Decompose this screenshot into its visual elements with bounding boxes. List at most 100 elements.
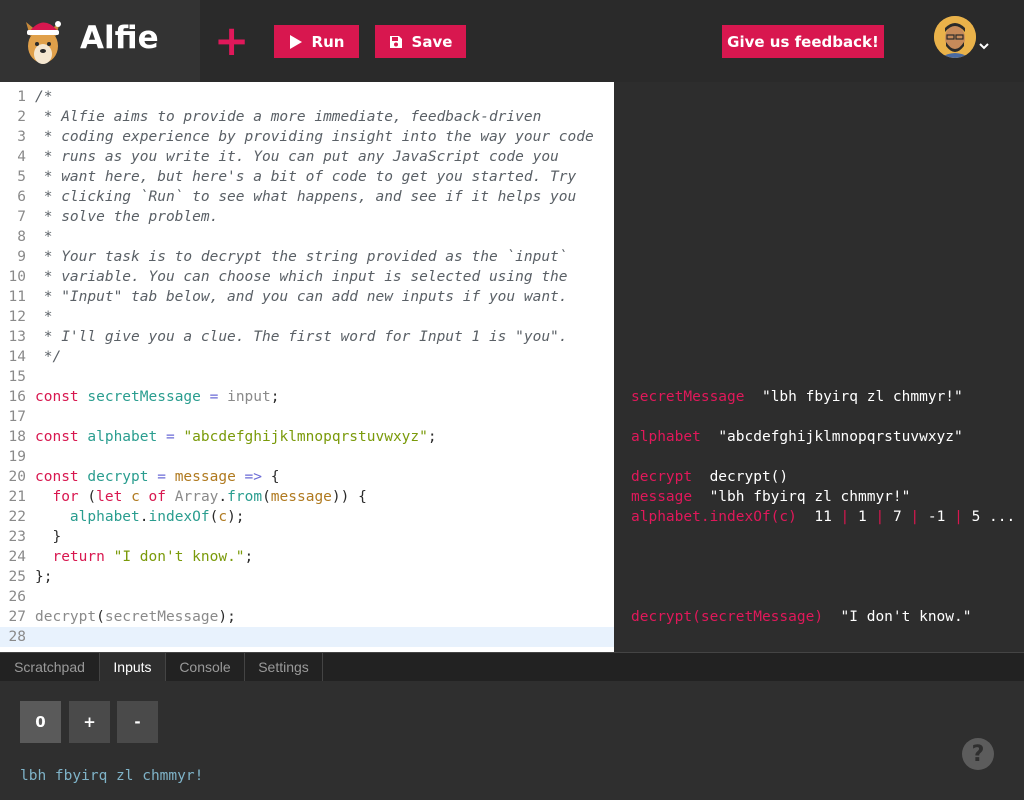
add-input-button[interactable]: + — [69, 701, 110, 743]
tab-settings[interactable]: Settings — [245, 653, 323, 682]
code-line[interactable]: 1 /* — [0, 87, 614, 107]
feedback-button[interactable]: Give us feedback! — [722, 25, 884, 58]
insight-row: secretMessage "lbh fbyirq zl chmmyr!" — [631, 387, 963, 407]
bottom-tab-bar: Scratchpad Inputs Console Settings — [0, 652, 1024, 682]
line-number: 20 — [8, 469, 26, 485]
code-text: * Your task is to decrypt the string pro… — [35, 249, 568, 265]
code-line[interactable]: 10 * variable. You can choose which inpu… — [0, 267, 614, 287]
insight-value: "I don't know." — [840, 609, 972, 625]
insight-value: "abcdefghijklmnopqrstuvwxyz" — [718, 429, 963, 445]
code-line[interactable]: 19 — [0, 447, 614, 467]
insight-key: alphabet.indexOf(c) — [631, 509, 797, 525]
tab-scratchpad[interactable]: Scratchpad — [0, 653, 100, 682]
save-button[interactable]: Save — [375, 25, 466, 58]
feedback-button-label: Give us feedback! — [727, 32, 879, 51]
insight-value: decrypt() — [709, 469, 789, 485]
code-text: * solve the problem. — [35, 209, 219, 225]
code-line[interactable]: 17 — [0, 407, 614, 427]
chevron-down-icon[interactable] — [978, 40, 990, 52]
line-number: 1 — [17, 89, 26, 105]
insight-value: 7 — [892, 509, 902, 525]
line-number: 23 — [8, 529, 26, 545]
run-button-label: Run — [311, 32, 345, 51]
brand[interactable]: Alfie — [0, 0, 200, 82]
code-line[interactable]: 7 * solve the problem. — [0, 207, 614, 227]
insight-more[interactable]: ... — [980, 509, 1015, 525]
code-line[interactable]: 22 alphabet.indexOf(c); — [0, 507, 614, 527]
line-number: 12 — [8, 309, 26, 325]
line-number: 18 — [8, 429, 26, 445]
code-line[interactable]: 8 * — [0, 227, 614, 247]
help-icon[interactable]: ? — [962, 738, 994, 770]
code-text: * clicking `Run` to see what happens, an… — [35, 189, 577, 205]
line-number: 25 — [8, 569, 26, 585]
code-line[interactable]: 18 const alphabet = "abcdefghijklmnopqrst… — [0, 427, 614, 447]
code-line[interactable]: 15 — [0, 367, 614, 387]
code-line[interactable]: 11 * "Input" tab below, and you can add … — [0, 287, 614, 307]
code-text: const decrypt = message => { — [35, 469, 280, 485]
insight-row: alphabet.indexOf(c) 11 | 1 | 7 | -1 | 5 … — [631, 507, 1015, 527]
code-line[interactable]: 26 — [0, 587, 614, 607]
code-line[interactable]: 2 * Alfie aims to provide a more immedia… — [0, 107, 614, 127]
user-photo-icon — [934, 16, 976, 58]
line-number: 2 — [17, 109, 26, 125]
code-line[interactable]: 21 for (let c of Array.from(message)) { — [0, 487, 614, 507]
code-text: const secretMessage = input; — [35, 389, 280, 405]
value-separator: | — [866, 509, 893, 525]
code-line[interactable]: 23 } — [0, 527, 614, 547]
code-text: * runs as you write it. You can put any … — [35, 149, 559, 165]
code-line[interactable]: 13 * I'll give you a clue. The first wor… — [0, 327, 614, 347]
code-line[interactable]: 14 */ — [0, 347, 614, 367]
code-text: * — [35, 229, 53, 245]
insight-row: decrypt(secretMessage) "I don't know." — [631, 607, 971, 627]
tab-console[interactable]: Console — [166, 653, 245, 682]
save-button-label: Save — [411, 32, 453, 51]
play-icon — [289, 34, 302, 49]
code-text: for (let c of Array.from(message)) { — [52, 489, 367, 505]
line-number: 6 — [17, 189, 26, 205]
app-name: Alfie — [80, 20, 159, 56]
tab-inputs[interactable]: Inputs — [100, 653, 166, 682]
code-line[interactable]: 3 * coding experience by providing insig… — [0, 127, 614, 147]
code-text: }; — [35, 569, 53, 585]
code-text: } — [35, 529, 62, 545]
code-line[interactable]: 6 * clicking `Run` to see what happens, … — [0, 187, 614, 207]
dog-logo-icon — [26, 21, 61, 64]
plus-icon[interactable]: + — [214, 20, 249, 62]
code-line[interactable]: 24 return "I don't know."; — [0, 547, 614, 567]
insight-key: secretMessage — [631, 389, 745, 405]
avatar[interactable] — [934, 16, 976, 58]
code-line[interactable]: 20 const decrypt = message => { — [0, 467, 614, 487]
code-text: alphabet.indexOf(c); — [69, 509, 245, 525]
remove-input-button[interactable]: - — [117, 701, 158, 743]
code-text: * Alfie aims to provide a more immediate… — [35, 109, 542, 125]
floppy-disk-icon — [389, 35, 402, 48]
code-line[interactable]: 25}; — [0, 567, 614, 587]
code-line[interactable]: 16 const secretMessage = input; — [0, 387, 614, 407]
line-number: 27 — [8, 609, 26, 625]
line-number: 19 — [8, 449, 26, 465]
line-number: 26 — [8, 589, 26, 605]
code-line[interactable]: 5 * want here, but here's a bit of code … — [0, 167, 614, 187]
code-line[interactable]: 12 * — [0, 307, 614, 327]
code-editor[interactable]: 1 /* 2 * Alfie aims to provide a more imme… — [0, 82, 614, 652]
insight-value: 11 — [814, 509, 832, 525]
line-number: 22 — [8, 509, 26, 525]
run-button[interactable]: Run — [274, 25, 359, 58]
line-number: 8 — [17, 229, 26, 245]
code-line[interactable]: 27 decrypt(secretMessage); — [0, 607, 614, 627]
insight-row: alphabet "abcdefghijklmnopqrstuvwxyz" — [631, 427, 963, 447]
value-separator: | — [945, 509, 972, 525]
input-selector-button[interactable]: 0 — [20, 701, 61, 743]
input-value[interactable]: lbh fbyirq zl chmmyr! — [20, 768, 203, 784]
line-number: 7 — [17, 209, 26, 225]
line-number: 3 — [17, 129, 26, 145]
code-line[interactable]: 28 — [0, 627, 614, 647]
code-text: * — [35, 309, 53, 325]
insight-key: decrypt — [631, 469, 693, 485]
top-bar: Alfie + Run Save Give us feedback! — [0, 0, 1024, 82]
line-number: 24 — [8, 549, 26, 565]
code-line[interactable]: 9 * Your task is to decrypt the string p… — [0, 247, 614, 267]
code-line[interactable]: 4 * runs as you write it. You can put an… — [0, 147, 614, 167]
insight-value: 1 — [858, 509, 867, 525]
